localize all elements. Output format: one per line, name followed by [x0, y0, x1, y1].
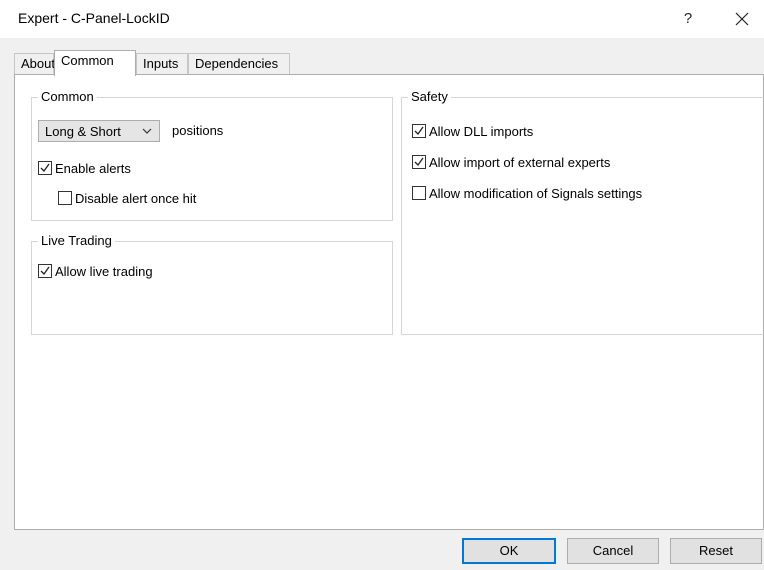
- tab-label: Inputs: [143, 56, 179, 71]
- allow-live-trading-option[interactable]: Allow live trading: [38, 262, 153, 280]
- disable-alert-once-hit-checkbox[interactable]: [58, 191, 72, 205]
- tab-label: Dependencies: [195, 56, 279, 71]
- chevron-down-icon: [142, 128, 152, 134]
- live-trading-group-legend: Live Trading: [38, 233, 115, 248]
- enable-alerts-option[interactable]: Enable alerts: [38, 159, 131, 177]
- disable-alert-once-hit-option[interactable]: Disable alert once hit: [58, 189, 196, 207]
- allow-live-trading-checkbox[interactable]: [38, 264, 52, 278]
- dialog-client-area: About Common Inputs Dependencies Common …: [0, 38, 764, 570]
- tab-dependencies[interactable]: Dependencies: [188, 53, 290, 74]
- allow-live-trading-label: Allow live trading: [55, 263, 153, 279]
- title-bar: Expert - C-Panel-LockID ?: [0, 0, 764, 38]
- safety-group: Safety Allow DLL imports Allow import of…: [401, 89, 764, 335]
- cancel-button-label: Cancel: [592, 543, 634, 558]
- allow-dll-imports-option[interactable]: Allow DLL imports: [412, 122, 533, 140]
- help-button[interactable]: ?: [668, 4, 708, 34]
- disable-alert-once-hit-label: Disable alert once hit: [75, 190, 197, 206]
- tab-panel-common: Common Long & Short positions Enable ale…: [14, 74, 764, 530]
- allow-dll-imports-label: Allow DLL imports: [429, 123, 534, 139]
- checkmark-icon: [414, 126, 424, 136]
- tab-about[interactable]: About: [14, 53, 55, 74]
- checkmark-icon: [414, 157, 424, 167]
- allow-signals-modification-label: Allow modification of Signals settings: [429, 185, 643, 201]
- positions-select[interactable]: Long & Short: [38, 120, 160, 142]
- checkmark-icon: [40, 163, 50, 173]
- common-group-legend: Common: [38, 89, 97, 104]
- tab-label: About: [21, 56, 55, 71]
- reset-button-label: Reset: [699, 543, 733, 558]
- enable-alerts-label: Enable alerts: [55, 160, 131, 176]
- allow-import-external-label: Allow import of external experts: [429, 154, 611, 170]
- allow-import-external-option[interactable]: Allow import of external experts: [412, 153, 610, 171]
- allow-dll-imports-checkbox[interactable]: [412, 124, 426, 138]
- close-icon: [735, 12, 749, 26]
- window-title: Expert - C-Panel-LockID: [18, 10, 170, 26]
- positions-select-value: Long & Short: [45, 123, 121, 139]
- ok-button[interactable]: OK: [462, 538, 556, 564]
- enable-alerts-checkbox[interactable]: [38, 161, 52, 175]
- close-button[interactable]: [722, 4, 762, 34]
- help-glyph: ?: [683, 10, 693, 27]
- positions-label: positions: [172, 123, 224, 138]
- live-trading-group: Live Trading Allow live trading: [31, 233, 393, 335]
- ok-button-label: OK: [499, 543, 519, 558]
- tab-label: Common: [61, 53, 114, 68]
- tab-common[interactable]: Common: [54, 50, 136, 76]
- allow-signals-modification-checkbox[interactable]: [412, 186, 426, 200]
- allow-import-external-checkbox[interactable]: [412, 155, 426, 169]
- cancel-button[interactable]: Cancel: [567, 538, 659, 564]
- allow-signals-modification-option[interactable]: Allow modification of Signals settings: [412, 184, 642, 202]
- tab-inputs[interactable]: Inputs: [136, 53, 188, 74]
- common-group: Common Long & Short positions Enable ale…: [31, 89, 393, 221]
- safety-group-legend: Safety: [408, 89, 451, 104]
- reset-button[interactable]: Reset: [670, 538, 762, 564]
- checkmark-icon: [40, 266, 50, 276]
